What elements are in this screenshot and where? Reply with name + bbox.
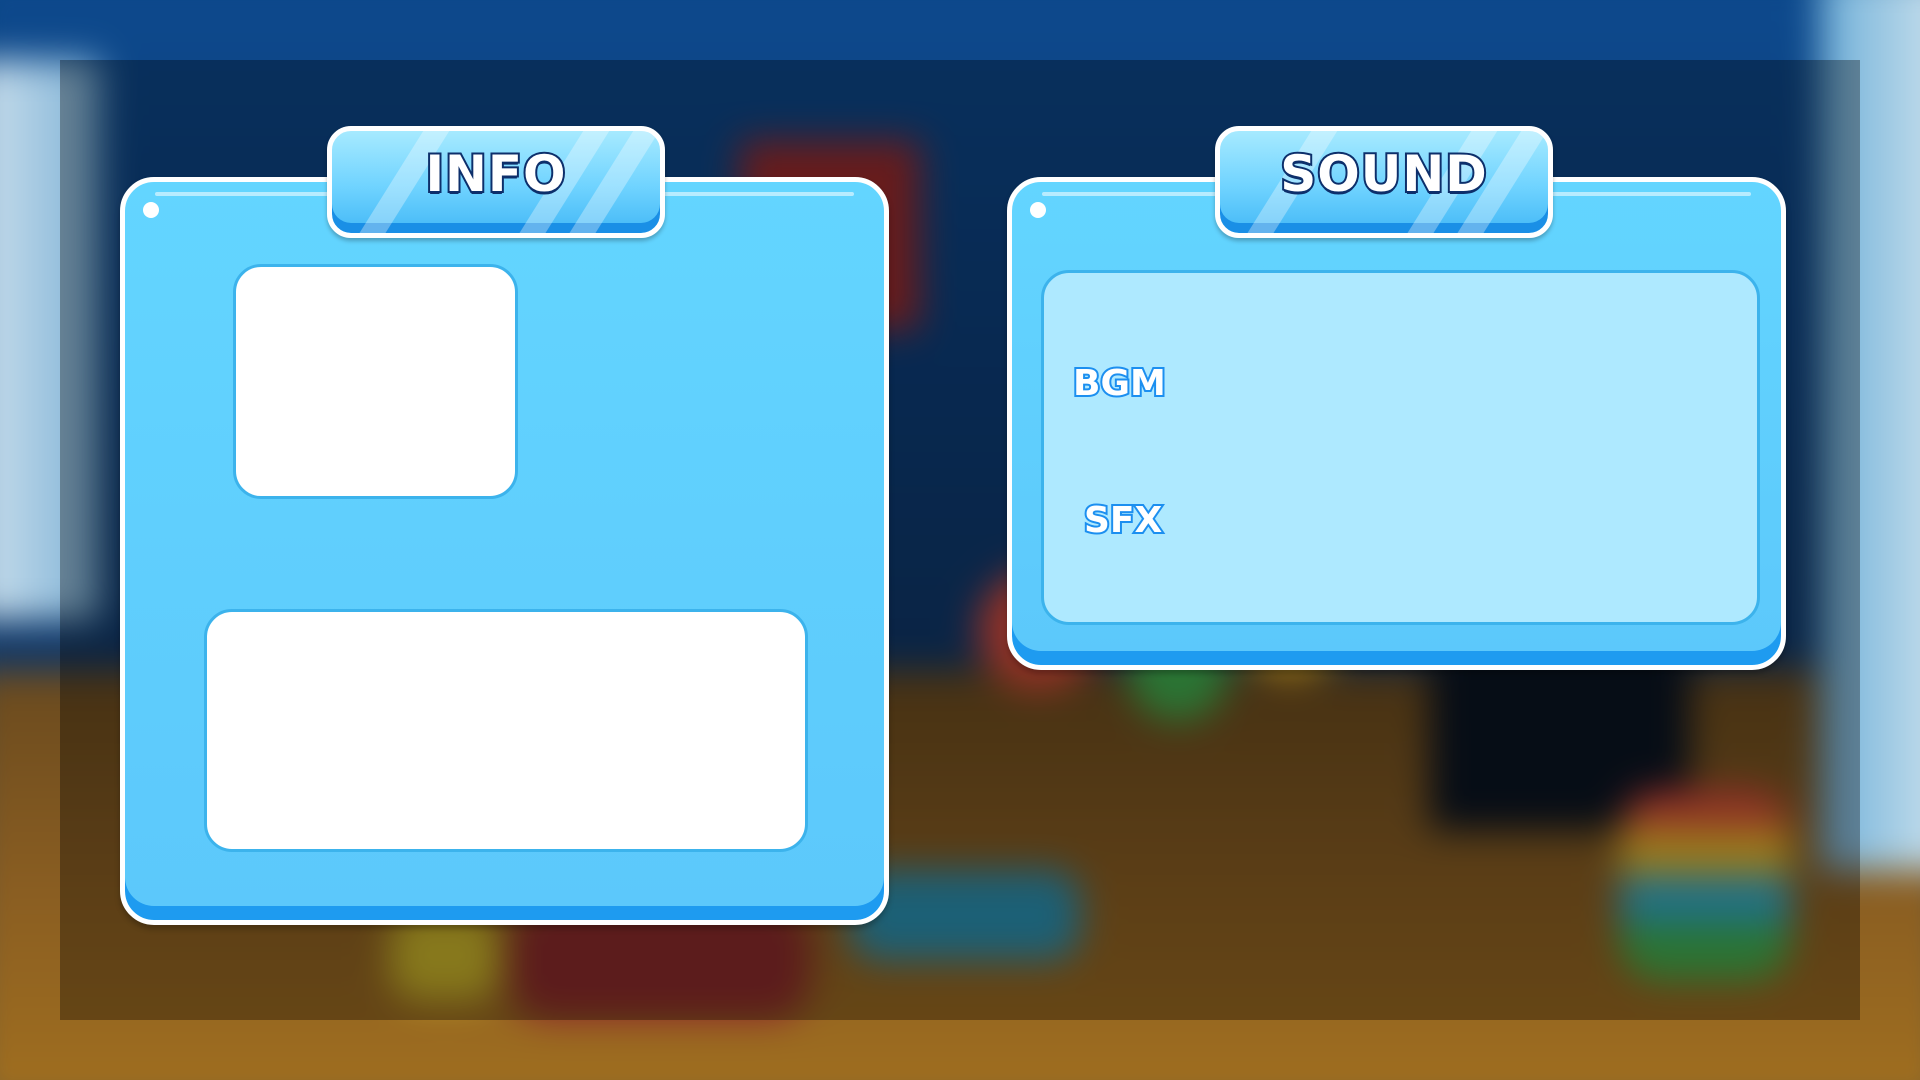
bgm-label: BGM [1071, 363, 1168, 404]
sfx-label: SFX [1082, 500, 1164, 541]
game-screen: INFO SOUND BGM SFX [0, 0, 1920, 1080]
sound-settings-area [1041, 270, 1760, 625]
info-text-box [204, 609, 808, 852]
sound-title-tab: SOUND [1215, 126, 1553, 238]
info-title-tab: INFO [327, 126, 665, 238]
info-image-box [233, 264, 518, 499]
info-title: INFO [423, 145, 567, 203]
panel-shine-dot [143, 202, 159, 218]
sound-title: SOUND [1278, 145, 1488, 203]
panel-shine-dot [1030, 202, 1046, 218]
